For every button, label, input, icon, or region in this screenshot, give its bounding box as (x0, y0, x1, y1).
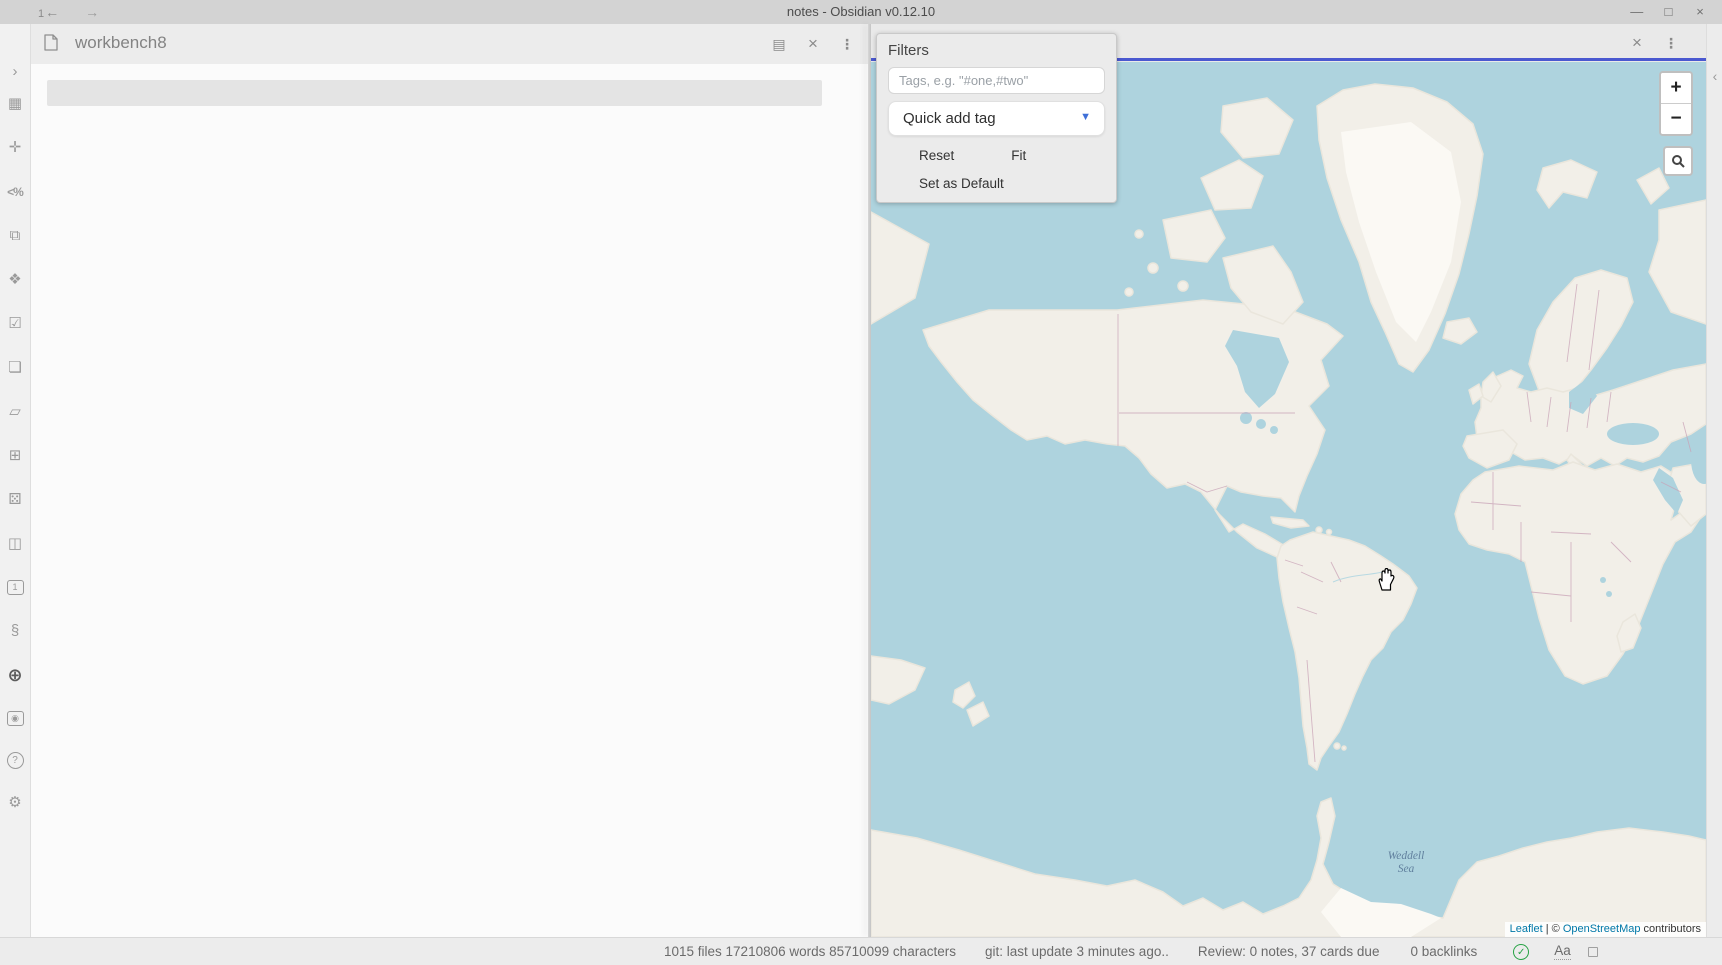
titlebar: 1←→ notes - Obsidian v0.12.10 — □ × (0, 0, 1722, 25)
workbench-blocks-icon[interactable]: ⊞ (5, 446, 25, 466)
close-pane-icon[interactable]: × (804, 35, 822, 53)
status-git[interactable]: git: last update 3 minutes ago.. (985, 944, 1169, 959)
window-title: notes - Obsidian v0.12.10 (0, 0, 1722, 24)
calendar-check-icon[interactable]: ☑ (5, 314, 25, 334)
osm-link[interactable]: OpenStreetMap (1563, 923, 1641, 935)
screenshot-icon[interactable]: ◉ (7, 711, 24, 726)
close-window-icon[interactable]: × (1686, 0, 1714, 24)
hand-cursor (1374, 568, 1396, 592)
map-view-globe-icon[interactable]: ⊕ (5, 665, 25, 685)
sync-check-icon[interactable]: ✓ (1513, 944, 1529, 960)
expand-sidebar-icon[interactable]: › (5, 62, 25, 82)
zoom-out-button[interactable]: − (1661, 104, 1691, 134)
search-icon (1671, 154, 1685, 168)
copy-note-icon[interactable]: ❏ (5, 358, 25, 378)
filters-panel: Filters Quick add tag ▼ Reset Fit Set as… (876, 33, 1117, 203)
card-stack-icon[interactable]: ▱ (5, 402, 25, 422)
more-options-icon[interactable]: ⋮ (838, 35, 856, 53)
left-pane-title: workbench8 (75, 33, 167, 53)
status-word-count: 1015 files 17210806 words 85710099 chara… (664, 944, 956, 959)
quick-add-tag-select[interactable]: Quick add tag ▼ (888, 101, 1105, 136)
table-view-icon[interactable]: ▦ (5, 94, 25, 114)
left-pane-tab-header[interactable]: workbench8 ▤ × ⋮ (31, 24, 868, 64)
help-icon[interactable]: ? (7, 752, 24, 769)
minimize-icon[interactable]: — (1623, 0, 1651, 24)
set-as-default-button[interactable]: Set as Default (919, 176, 1004, 191)
file-icon (44, 34, 58, 56)
pan-move-icon[interactable]: ✛ (5, 138, 25, 158)
collapse-right-icon[interactable]: ‹ (1708, 68, 1722, 84)
database-table-icon[interactable]: ◫ (5, 534, 25, 554)
slides-icon[interactable]: ⧉ (5, 226, 25, 246)
maximize-icon[interactable]: □ (1654, 0, 1682, 24)
rope-icon[interactable]: § (5, 621, 25, 641)
daily-note-calendar-icon[interactable]: 1 (7, 580, 24, 595)
window-controls: — □ × (1623, 0, 1714, 24)
right-sidebar-strip: ‹ (1706, 24, 1722, 937)
tags-filter-input[interactable] (888, 67, 1105, 94)
map-search-button[interactable] (1663, 146, 1693, 176)
chevron-down-icon: ▼ (1080, 111, 1091, 123)
filters-title: Filters (888, 42, 1105, 59)
status-bar: 1015 files 17210806 words 85710099 chara… (0, 937, 1722, 965)
status-aa-toggle[interactable]: Aa (1554, 943, 1571, 960)
status-square-icon[interactable] (1588, 947, 1598, 957)
status-review[interactable]: Review: 0 notes, 37 cards due (1198, 944, 1380, 959)
status-backlinks[interactable]: 0 backlinks (1410, 944, 1477, 959)
map-zoom-control: + − (1659, 71, 1693, 136)
left-ribbon: › ▦ ✛ <% ⧉ ❖ ☑ ❏ ▱ ⊞ ⚄ ◫ 1 § ⊕ ◉ ? ⚙ (0, 24, 31, 937)
settings-gear-icon[interactable]: ⚙ (5, 793, 25, 813)
leaflet-link[interactable]: Leaflet (1510, 923, 1543, 935)
fit-button[interactable]: Fit (1011, 148, 1026, 163)
dice-icon[interactable]: ⚄ (5, 490, 25, 510)
left-pane-body[interactable] (31, 64, 868, 937)
reading-view-icon[interactable]: ▤ (770, 35, 788, 53)
left-pane-workbench: workbench8 ▤ × ⋮ (31, 24, 868, 937)
templater-icon[interactable]: <% (5, 182, 25, 202)
graph-icon[interactable]: ❖ (5, 270, 25, 290)
map-attribution: Leaflet | © OpenStreetMap contributors (1505, 922, 1706, 937)
reset-button[interactable]: Reset (919, 148, 954, 163)
quick-add-tag-label: Quick add tag (903, 110, 996, 127)
sea-label: Weddell Sea (1376, 850, 1436, 876)
empty-block-placeholder[interactable] (47, 80, 822, 106)
zoom-in-button[interactable]: + (1661, 73, 1691, 104)
close-pane-icon[interactable]: × (1628, 34, 1646, 52)
more-options-icon[interactable]: ⋮ (1662, 34, 1680, 52)
